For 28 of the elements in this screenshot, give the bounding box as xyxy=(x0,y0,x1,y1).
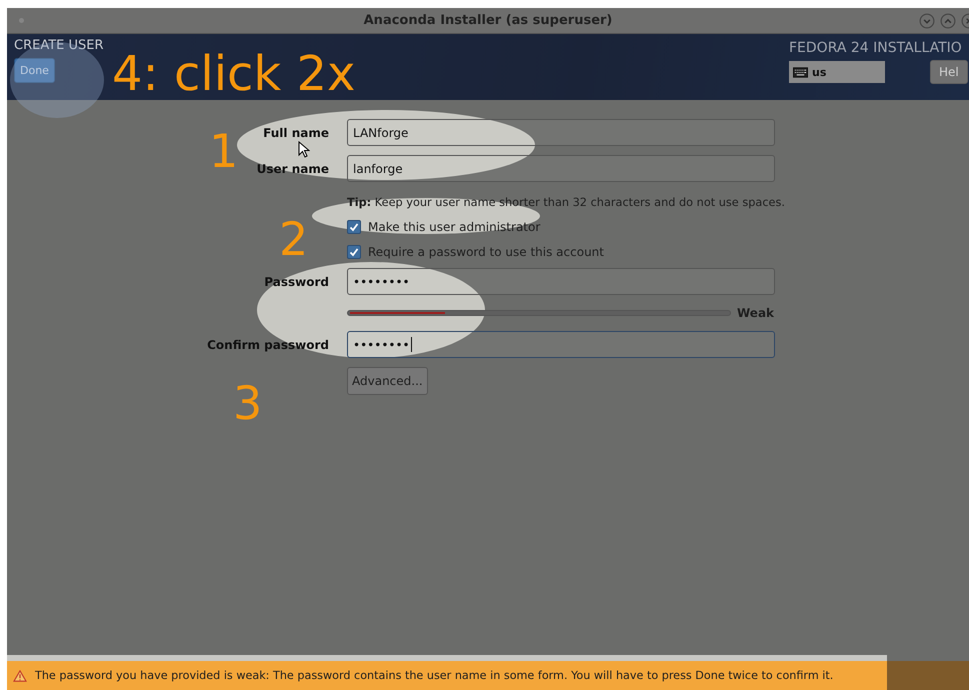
field-label: Password xyxy=(263,274,329,288)
checkbox[interactable] xyxy=(347,245,361,259)
advanced-button[interactable]: Advanced... xyxy=(347,367,428,395)
window-menu-icon[interactable] xyxy=(19,18,24,23)
field-label: Confirm password xyxy=(206,338,329,352)
page-title: CREATE USER xyxy=(14,38,104,53)
warning-message: The password you have provided is weak: The password contains the user name in some form. You will have to press Done twice to confirm it. xyxy=(35,669,834,682)
step-annotation: 1 xyxy=(209,128,238,174)
checkbox-label[interactable]: Make this user administrator xyxy=(368,220,540,234)
checkbox[interactable] xyxy=(347,220,361,234)
minimize-icon[interactable] xyxy=(919,12,935,28)
keyboard-icon xyxy=(793,66,808,78)
tip-text: Tip: Keep your user name shorter than 32 characters and do not use spaces. xyxy=(347,196,785,209)
warning-icon xyxy=(13,670,27,682)
text-field[interactable]: •••••••• xyxy=(347,268,775,295)
keyboard-layout-field[interactable]: us xyxy=(789,61,885,83)
text-field[interactable]: LANforge xyxy=(347,119,775,146)
product-title: FEDORA 24 INSTALLATIO xyxy=(789,40,962,56)
text-field[interactable]: •••••••• xyxy=(347,331,775,358)
step-annotation: 2 xyxy=(279,216,308,262)
field-label: Full name xyxy=(262,126,329,140)
step-annotation: 3 xyxy=(233,380,262,426)
strength-label: Weak xyxy=(737,306,774,320)
text-field[interactable]: lanforge xyxy=(347,155,775,182)
mouse-pointer-icon xyxy=(298,141,310,159)
step-annotation: 4: click 2x xyxy=(112,50,356,98)
window-title: Anaconda Installer (as superuser) xyxy=(362,13,614,28)
maximize-icon[interactable] xyxy=(940,12,956,28)
